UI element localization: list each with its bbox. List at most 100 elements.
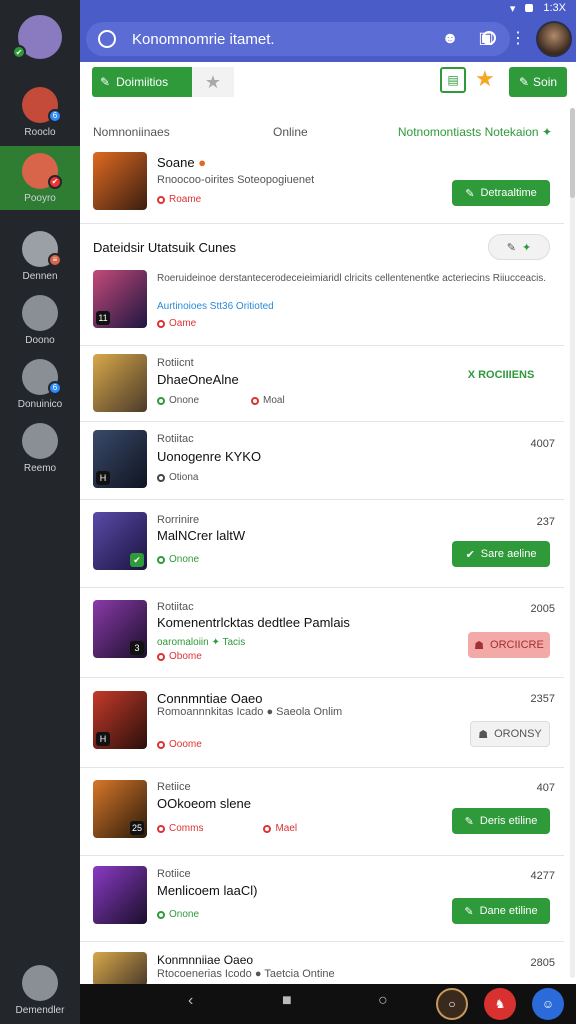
more-vert-icon[interactable]: ⋮	[506, 27, 530, 51]
row-time: 4277	[530, 870, 555, 882]
level-badge: 25	[130, 821, 144, 835]
list-item[interactable]: 25 Retiice OOkoeom slene Comms Mael 407 ✎…	[80, 768, 564, 856]
row-tags: oaromaloiin ✦ Tacis	[157, 637, 246, 648]
verified-badge-icon: ✔	[12, 45, 26, 59]
rail-item-donuinico[interactable]: 6 Donuinico	[0, 352, 80, 416]
row-meta: Onone Moal	[157, 395, 285, 406]
app-bar: Konomnomrie itamet. ☻ ▣ ⋮	[80, 16, 576, 62]
row-time: 407	[536, 782, 555, 794]
row-desc: Rtocoenerias Icodo ● Taetcia Ontine	[157, 968, 335, 980]
fire-icon: ●	[198, 155, 207, 170]
location-icon	[157, 824, 165, 833]
rail-item-profile[interactable]: ✔	[0, 4, 80, 74]
header-col2: Online	[273, 125, 308, 139]
alert-badge-icon: ✔	[48, 174, 62, 189]
location-icon	[263, 824, 272, 833]
row-action-button[interactable]: ✔ Sare aeline	[452, 541, 550, 567]
row-title: OOkoeom slene	[157, 796, 251, 811]
chat-icon	[22, 964, 58, 1001]
pencil-icon: ✎	[100, 75, 111, 89]
recents-icon[interactable]: ○	[378, 992, 388, 1010]
app-shortcut-icon[interactable]: ○	[436, 988, 468, 1020]
scrollbar[interactable]	[570, 108, 575, 978]
rail-label: Donuinico	[17, 398, 63, 410]
save-icon[interactable]: ▤	[440, 67, 466, 93]
leaf-icon: ✦	[522, 241, 532, 254]
chat-icon: 6	[22, 358, 62, 395]
rail-item-doono[interactable]: Doono	[0, 288, 80, 352]
row-action-button[interactable]: ✎ Deris etiline	[452, 808, 550, 834]
row-time: 4007	[530, 438, 555, 450]
game-thumbnail	[93, 152, 147, 210]
user-avatar[interactable]	[536, 21, 572, 57]
game-thumbnail	[93, 354, 147, 412]
rail-item-pooyro[interactable]: ✔ Pooyro	[0, 146, 80, 210]
row-meta: Onone	[157, 909, 199, 920]
row-action-button[interactable]: ☗ ORONSY	[470, 721, 550, 747]
game-thumbnail: 11	[93, 270, 147, 328]
filter-primary-label: Doimiitios	[116, 75, 169, 89]
row-meta: Ooome	[157, 739, 202, 750]
filter-right-button[interactable]: ✎ Soin	[509, 67, 567, 97]
list-item[interactable]: 3 Rotiitac Komenentrlcktas dedtlee Pamla…	[80, 588, 564, 678]
row-meta: Otiona	[157, 472, 198, 483]
location-icon	[157, 740, 165, 749]
rail-item-demendler[interactable]: Demendler	[0, 958, 80, 1022]
game-thumbnail	[93, 866, 147, 924]
level-badge: 3	[130, 641, 144, 655]
row-tags: Aurtinoioes Stt36 Oritioted	[157, 301, 274, 312]
row-title: DhaeOneAlne	[157, 372, 239, 387]
row-desc: Rnoocoo-oirites Soteopogiuenet	[157, 174, 315, 186]
list-item[interactable]: Rotiicnt DhaeOneAlne Onone Moal X ROCIIIE…	[80, 346, 564, 422]
list-item[interactable]: ✔ Rorrinire MalNCrer laltW Onone 237 ✔ Sa…	[80, 500, 564, 588]
rail-item-dennen[interactable]: ≡ Dennen	[0, 224, 80, 288]
header-col3[interactable]: Notnomontiasts Notekaion ✦	[398, 125, 552, 139]
level-badge: 11	[96, 311, 110, 325]
bot-shortcut-icon[interactable]: ☺	[532, 988, 564, 1020]
row-action-button[interactable]: ✎ Dane etiline	[452, 898, 550, 924]
row-title: Konmnniiae Oaeo	[157, 953, 254, 967]
list-item[interactable]: H Rotiitac Uonogenre KYKO Otiona 4007	[80, 422, 564, 500]
row-title: Connmntiae Oaeo	[157, 691, 263, 706]
location-icon	[251, 396, 260, 405]
list-item[interactable]: H Connmntiae Oaeo Romoannnkitas Icado ● …	[80, 678, 564, 768]
pencil-icon: ✎	[464, 905, 474, 918]
row-title: Dateidsir Utatsuik Cunes	[93, 240, 237, 255]
level-badge: H	[96, 732, 110, 746]
chat-icon	[22, 294, 58, 331]
emoji-icon[interactable]: ☻	[438, 27, 462, 51]
window-icon[interactable]: ▣	[474, 27, 498, 51]
row-action-button[interactable]: ✎ Detraaltime	[452, 180, 550, 206]
chat-icon: ≡	[22, 230, 62, 267]
pencil-icon: ✎	[465, 187, 475, 200]
rail-label: Pooyro	[24, 192, 56, 204]
row-action-button[interactable]: ☗ ORCIICRE	[468, 632, 550, 658]
row-time: 2805	[530, 957, 555, 969]
rail-item-rooclo[interactable]: 6 Rooclo	[0, 80, 80, 144]
location-icon	[157, 910, 165, 919]
star-icon[interactable]: ★	[475, 66, 495, 92]
list-item[interactable]: Soane ● Rnoocoo-oirites Soteopogiuenet R…	[80, 148, 564, 224]
rail-item-reemo[interactable]: Reemo	[0, 416, 80, 480]
row-title: Komenentrlcktas dedtlee Pamlais	[157, 615, 350, 630]
list-item[interactable]: Konmnniiae Oaeo Rtocoenerias Icodo ● Tae…	[80, 942, 564, 986]
location-icon	[157, 319, 165, 328]
pencil-icon: ✎	[518, 75, 530, 89]
row-meta: Oame	[157, 318, 196, 329]
row-action-button[interactable]: X ROCIIIENS	[452, 362, 550, 388]
row-meta: Comms Mael	[157, 823, 297, 834]
game-shortcut-icon[interactable]: ♞	[484, 988, 516, 1020]
profile-avatar-icon: ✔	[12, 15, 62, 59]
filter-primary-button[interactable]: ✎ Doimiitios	[92, 67, 192, 97]
list-item[interactable]: Rotiice Menlicoem laaCl) Onone 4277 ✎ Dan…	[80, 856, 564, 942]
status-time: 1:3X	[543, 2, 566, 14]
row-desc: Romoannnkitas Icado ● Saeola Onlim	[157, 706, 343, 718]
game-thumbnail: 3	[93, 600, 147, 658]
header-col1: Nomnoniinaes	[93, 125, 170, 139]
back-icon[interactable]: ‹	[188, 992, 193, 1010]
scrollbar-thumb[interactable]	[570, 108, 575, 198]
list-item[interactable]: Dateidsir Utatsuik Cunes ✎ ✦ 11 Roeruidei…	[80, 224, 564, 346]
home-icon[interactable]: ■	[282, 992, 292, 1010]
favorite-filter-button[interactable]: ★	[192, 67, 234, 97]
row-toggle-button[interactable]: ✎ ✦	[488, 234, 550, 260]
